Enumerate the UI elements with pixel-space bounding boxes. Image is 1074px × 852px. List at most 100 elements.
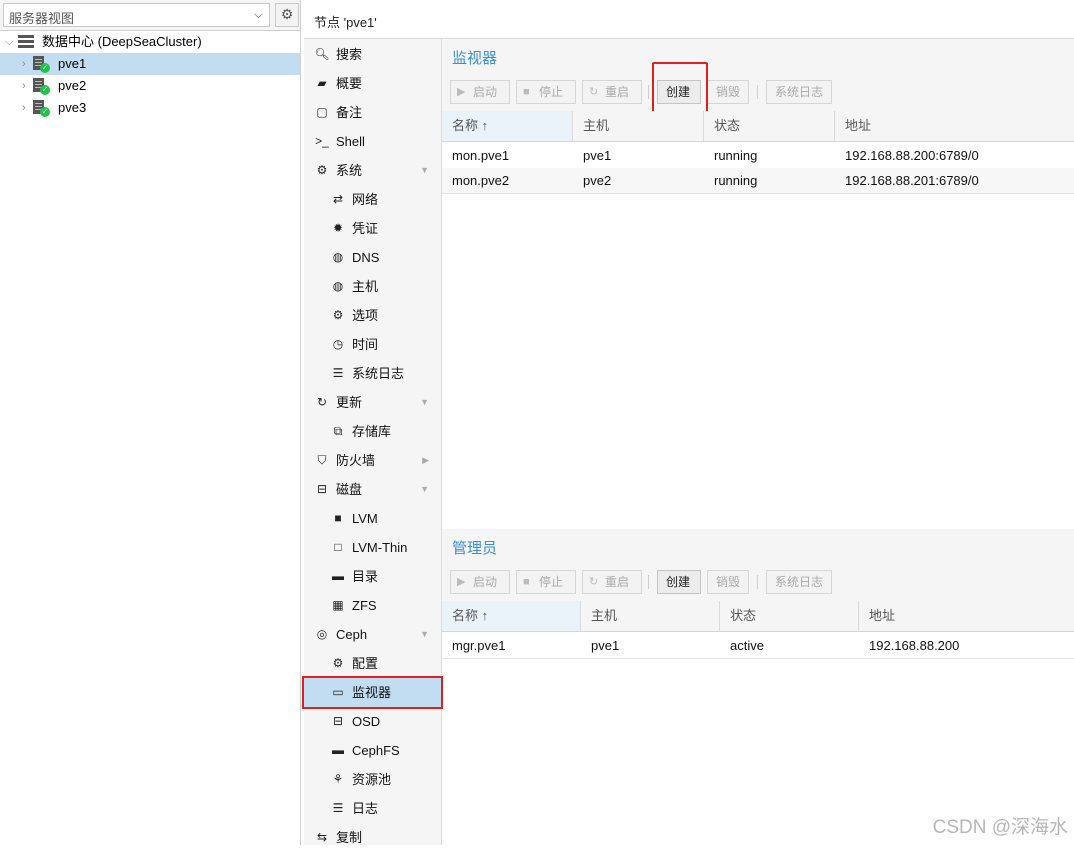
clock-icon: ◷ [332,337,344,351]
monitors-grid-header: 名称 ↑ 主机 状态 地址 [442,111,1074,142]
column-label: 主机 [583,118,610,133]
stop-button[interactable]: ■ 停止 [516,80,576,104]
nav-item-syslog[interactable]: ☰ 系统日志 [304,359,441,388]
tree-item-node-pve1[interactable]: › ✓ pve1 [0,53,300,75]
nav-item-label: 复制 [336,830,363,845]
hdd-icon: ⊟ [332,714,344,728]
chevron-down-icon[interactable]: ⌵ [5,31,13,53]
managers-panel: 管理员 ▶ 启动 ■ 停止 ↻ 重启 创建 销毁 系统日志 名称 ↑ 主机 状态… [442,529,1074,845]
nav-item-options[interactable]: ⚙ 选项 [304,301,441,330]
table-row[interactable]: mgr.pve1 pve1 active 192.168.88.200 [442,633,1074,659]
syslog-button[interactable]: 系统日志 [766,80,832,104]
nav-item-directory[interactable]: ▬ 目录 [304,562,441,591]
nav-item-zfs[interactable]: ▦ ZFS [304,591,441,620]
nav-item-replication[interactable]: ⇆ 复制 [304,823,441,852]
nav-item-label: 系统 [336,163,363,178]
destroy-button[interactable]: 销毁 [707,80,749,104]
column-header-name[interactable]: 名称 ↑ [442,601,581,631]
nav-item-time[interactable]: ◷ 时间 [304,330,441,359]
chevron-right-icon[interactable]: › [22,53,26,75]
panel-header: 监视器 [442,39,1074,74]
nav-item-network[interactable]: ⇄ 网络 [304,185,441,214]
square-outline-icon: □ [334,540,342,554]
nav-item-ceph-config[interactable]: ⚙ 配置 [304,649,441,678]
destroy-button[interactable]: 销毁 [707,570,749,594]
column-header-status[interactable]: 状态 [720,601,859,631]
nav-item-certificates[interactable]: ✹ 凭证 [304,214,441,243]
column-header-name[interactable]: 名称 ↑ [442,111,573,141]
search-icon: 🔍︎ [314,47,330,61]
ceph-icon: ◎ [316,627,328,641]
tree-item-label: 数据中心 (DeepSeaCluster) [42,34,202,49]
tree-item-datacenter[interactable]: ⌵ 数据中心 (DeepSeaCluster) [0,31,300,53]
column-header-address[interactable]: 地址 [835,111,1074,141]
column-header-status[interactable]: 状态 [704,111,835,141]
nav-item-system[interactable]: ⚙ 系统 ▼ [304,156,441,185]
chevron-right-icon[interactable]: › [22,97,26,119]
create-button[interactable]: 创建 [657,570,701,594]
nav-item-ceph-pools[interactable]: ⚘ 资源池 [304,765,441,794]
monitors-panel: 监视器 ▶ 启动 ■ 停止 ↻ 重启 创建 销毁 系统日志 名称 ↑ 主机 状态… [442,39,1074,527]
nav-item-label: 资源池 [352,772,392,787]
nav-item-shell[interactable]: >_ Shell [304,127,441,156]
nav-item-lvm[interactable]: ■ LVM [304,504,441,533]
nav-item-repositories[interactable]: ⧉ 存储库 [304,417,441,446]
nav-item-ceph-monitor[interactable]: ▭ 监视器 [302,676,443,709]
nav-item-notes[interactable]: ▢ 备注 [304,98,441,127]
nav-item-lvm-thin[interactable]: □ LVM-Thin [304,533,441,562]
cell-name: mon.pve1 [452,148,510,163]
managers-grid-header: 名称 ↑ 主机 状态 地址 [442,601,1074,632]
nav-item-label: 更新 [336,395,363,410]
nav-item-label: 主机 [352,279,379,294]
nav-item-cephfs[interactable]: ▬ CephFS [304,736,441,765]
stop-icon: ■ [523,86,530,98]
nav-item-label: 搜索 [336,47,363,62]
nav-item-disks[interactable]: ⊟ 磁盘 ▼ [304,475,441,504]
nav-item-dns[interactable]: ◍ DNS [304,243,441,272]
tree-item-node-pve2[interactable]: › ✓ pve2 [0,75,300,97]
nav-item-firewall[interactable]: ⛉ 防火墙 ▶ [304,446,441,475]
nav-item-label: LVM [352,511,378,526]
syslog-button[interactable]: 系统日志 [766,570,832,594]
node-online-icon: ✓ [33,100,50,117]
nav-item-summary[interactable]: ▰ 概要 [304,69,441,98]
gear-icon[interactable]: ⚙ [275,3,299,27]
caret-down-icon[interactable]: ▼ [420,388,429,417]
caret-down-icon[interactable]: ▼ [420,620,429,649]
gear-icon: ⚙ [332,308,344,322]
toolbar-separator [757,575,758,589]
caret-down-icon[interactable]: ▼ [420,156,429,185]
nav-item-search[interactable]: 🔍︎ 搜索 [304,40,441,69]
chevron-right-icon[interactable]: › [22,75,26,97]
start-button[interactable]: ▶ 启动 [450,570,510,594]
nav-item-hosts[interactable]: ◍ 主机 [304,272,441,301]
nav-item-ceph[interactable]: ◎ Ceph ▼ [304,620,441,649]
view-select[interactable]: 服务器视图 ⌵ [3,3,270,27]
table-row[interactable]: mon.pve2 pve2 running 192.168.88.201:678… [442,168,1074,194]
column-header-host[interactable]: 主机 [581,601,720,631]
monitors-toolbar: ▶ 启动 ■ 停止 ↻ 重启 创建 销毁 系统日志 [442,73,1074,112]
files-icon: ⧉ [333,424,343,438]
cell-host: pve1 [583,148,612,163]
caret-down-icon[interactable]: ▼ [420,475,429,504]
button-label: 重启 [605,575,630,589]
cell-name: mon.pve2 [452,173,510,188]
nav-item-ceph-log[interactable]: ☰ 日志 [304,794,441,823]
table-row[interactable]: mon.pve1 pve1 running 192.168.88.200:678… [442,143,1074,169]
restart-button[interactable]: ↻ 重启 [582,570,642,594]
button-label: 创建 [666,575,691,589]
cell-address: 192.168.88.200:6789/0 [845,148,979,163]
tree-item-node-pve3[interactable]: › ✓ pve3 [0,97,300,119]
nav-item-ceph-osd[interactable]: ⊟ OSD [304,707,441,736]
start-button[interactable]: ▶ 启动 [450,80,510,104]
stop-button[interactable]: ■ 停止 [516,570,576,594]
restart-button[interactable]: ↻ 重启 [582,80,642,104]
column-header-host[interactable]: 主机 [573,111,704,141]
column-header-address[interactable]: 地址 [859,601,1074,631]
caret-right-icon[interactable]: ▶ [422,446,429,475]
nav-item-updates[interactable]: ↻ 更新 ▼ [304,388,441,417]
nav-item-label: 目录 [352,569,379,584]
nav-item-label: 时间 [352,337,379,352]
page-title: 节点 'pve1' [314,15,377,30]
cell-address: 192.168.88.200 [869,638,960,653]
